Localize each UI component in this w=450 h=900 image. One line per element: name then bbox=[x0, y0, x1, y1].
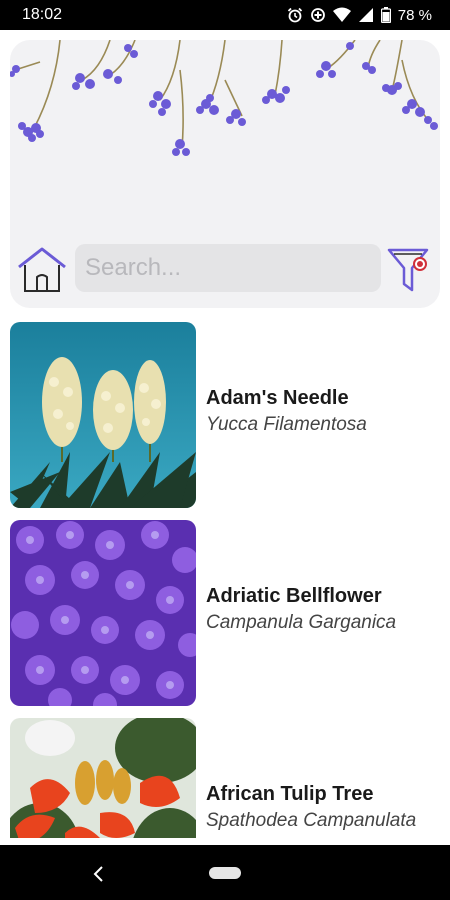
alarm-icon bbox=[287, 7, 302, 23]
data-saver-icon bbox=[310, 8, 325, 22]
battery-icon bbox=[380, 7, 391, 23]
header-card bbox=[10, 40, 440, 308]
list-item[interactable]: Adam's Needle Yucca Filamentosa bbox=[0, 320, 450, 508]
plant-image-tulip-tree bbox=[10, 718, 196, 838]
home-pill-icon[interactable] bbox=[209, 867, 241, 879]
scientific-name: Campanula Garganica bbox=[206, 612, 397, 633]
plant-image-yucca bbox=[10, 322, 196, 508]
plant-text: African Tulip Tree Spathodea Campanulata bbox=[206, 782, 446, 834]
filter-icon[interactable] bbox=[386, 246, 430, 294]
scientific-name: Spathodea Campanulata bbox=[206, 810, 417, 831]
plant-text: Adam's Needle Yucca Filamentosa bbox=[206, 386, 446, 438]
signal-icon bbox=[358, 8, 373, 22]
scientific-name: Yucca Filamentosa bbox=[206, 414, 367, 435]
back-icon[interactable] bbox=[88, 863, 110, 885]
plant-text: Adriatic Bellflower Campanula Garganica bbox=[206, 584, 446, 636]
list-item[interactable]: Adriatic Bellflower Campanula Garganica bbox=[0, 518, 450, 706]
battery-level: 78 % bbox=[397, 6, 432, 24]
common-name: African Tulip Tree bbox=[206, 783, 374, 805]
common-name: Adriatic Bellflower bbox=[206, 585, 382, 607]
home-icon[interactable] bbox=[16, 245, 68, 295]
navigation-bar bbox=[0, 845, 450, 900]
search-input[interactable] bbox=[75, 244, 381, 292]
status-time: 18:02 bbox=[22, 6, 63, 23]
decorative-flowers-image bbox=[10, 40, 438, 156]
plant-image-bellflower bbox=[10, 520, 196, 706]
status-bar: 18:02 78 % bbox=[0, 0, 450, 30]
plant-list: Adam's Needle Yucca Filamentosa Adriatic… bbox=[0, 320, 450, 838]
common-name: Adam's Needle bbox=[206, 387, 349, 409]
status-icons: 78 % bbox=[287, 7, 432, 24]
list-item[interactable]: African Tulip Tree Spathodea Campanulata bbox=[0, 716, 450, 838]
wifi-icon bbox=[332, 7, 351, 22]
